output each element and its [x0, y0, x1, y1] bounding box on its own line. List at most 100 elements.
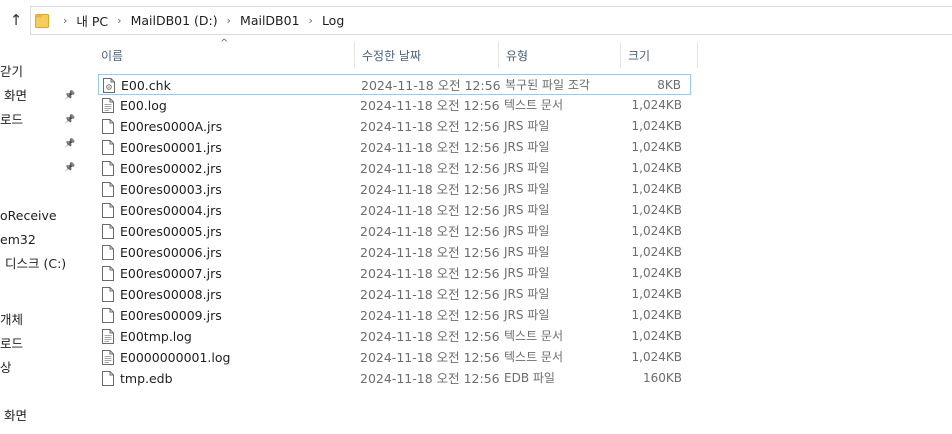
file-size: 1,024KB — [631, 329, 682, 343]
file-size: 1,024KB — [631, 266, 682, 280]
up-arrow-icon[interactable]: ↑ — [6, 9, 26, 31]
file-name: E00res0000A.jrs — [120, 119, 223, 134]
file-date-modified: 2024-11-18 오전 12:56 — [360, 161, 500, 176]
nav-item[interactable]: 디스크 (C:) — [5, 254, 66, 274]
chevron-right-icon[interactable]: › — [63, 14, 67, 27]
file-row[interactable]: E00res00005.jrs 2024-11-18 오전 12:56 JRS 파일… — [98, 221, 691, 242]
file-name: E00res00006.jrs — [120, 245, 222, 260]
column-header-name[interactable]: 이름 — [93, 40, 353, 70]
file-row[interactable]: E00res00002.jrs 2024-11-18 오전 12:56 JRS 파일… — [98, 158, 691, 179]
file-name: E00res00009.jrs — [120, 308, 222, 323]
file-size: 1,024KB — [631, 350, 682, 364]
file-type: 텍스트 문서 — [504, 98, 564, 112]
column-header-row: ^ 이름 수정한 날짜 유형 크기 — [84, 38, 698, 70]
file-type: 텍스트 문서 — [504, 350, 564, 364]
chevron-right-icon[interactable]: › — [117, 14, 121, 27]
file-date-modified: 2024-11-18 오전 12:56 — [360, 266, 500, 281]
file-name: tmp.edb — [120, 371, 173, 386]
file-size: 1,024KB — [631, 161, 682, 175]
file-type: JRS 파일 — [504, 119, 550, 133]
breadcrumb-item[interactable]: MailDB01 — [239, 13, 301, 28]
file-type: JRS 파일 — [504, 182, 550, 196]
nav-item[interactable]: 로드 — [0, 334, 23, 354]
file-row[interactable]: E00res00003.jrs 2024-11-18 오전 12:56 JRS 파일… — [98, 179, 691, 200]
nav-item[interactable]: 화면 — [4, 406, 27, 426]
chevron-right-icon[interactable]: › — [309, 14, 313, 27]
column-header-size[interactable]: 크기 — [620, 40, 698, 70]
nav-item[interactable]: 로드 — [0, 110, 23, 130]
file-date-modified: 2024-11-18 오전 12:56 — [360, 182, 500, 197]
chevron-right-icon[interactable]: › — [227, 14, 231, 27]
file-date-modified: 2024-11-18 오전 12:56 — [360, 140, 500, 155]
file-row[interactable]: E00tmp.log 2024-11-18 오전 12:56 텍스트 문서 1,024… — [98, 326, 691, 347]
file-name: E00res00007.jrs — [120, 266, 222, 281]
file-date-modified: 2024-11-18 오전 12:56 — [360, 119, 500, 134]
pin-icon[interactable]: 📌 — [64, 89, 76, 103]
file-size: 1,024KB — [631, 224, 682, 238]
nav-item[interactable]: 개체 — [0, 310, 23, 330]
nav-item[interactable]: 화면 — [4, 86, 27, 106]
breadcrumb-item[interactable]: Log — [321, 13, 345, 28]
file-date-modified: 2024-11-18 오전 12:56 — [360, 350, 500, 365]
file-name: E00res00005.jrs — [120, 224, 222, 239]
file-size: 8KB — [657, 78, 681, 92]
file-icon — [102, 287, 114, 302]
file-size: 1,024KB — [631, 308, 682, 322]
file-type: 복구된 파일 조각 — [505, 78, 590, 92]
file-type: JRS 파일 — [504, 308, 550, 322]
file-icon — [102, 371, 114, 386]
text-file-icon — [102, 329, 114, 344]
file-size: 160KB — [642, 371, 682, 385]
file-type: 텍스트 문서 — [504, 329, 564, 343]
nav-item[interactable]: oReceive — [0, 206, 57, 226]
file-type: JRS 파일 — [504, 203, 550, 217]
file-row[interactable]: E00res00008.jrs 2024-11-18 오전 12:56 JRS 파일… — [98, 284, 691, 305]
file-row[interactable]: E00res00001.jrs 2024-11-18 오전 12:56 JRS 파일… — [98, 137, 691, 158]
file-date-modified: 2024-11-18 오전 12:56 — [360, 308, 500, 323]
breadcrumb: › 내 PC › MailDB01 (D:) › MailDB01 › Log — [55, 7, 345, 34]
file-icon — [102, 203, 114, 218]
file-type: JRS 파일 — [504, 161, 550, 175]
file-row[interactable]: E00.chk 2024-11-18 오전 12:56 복구된 파일 조각 8KB — [98, 74, 691, 95]
file-icon — [102, 224, 114, 239]
pin-icon[interactable]: 📌 — [64, 161, 76, 175]
file-name: E00res00003.jrs — [120, 182, 222, 197]
address-bar[interactable]: › 내 PC › MailDB01 (D:) › MailDB01 › Log — [30, 6, 952, 35]
pin-icon[interactable]: 📌 — [64, 137, 76, 151]
file-name: E0000000001.log — [120, 350, 231, 365]
file-row[interactable]: E0000000001.log 2024-11-18 오전 12:56 텍스트 문서… — [98, 347, 691, 368]
column-header-date[interactable]: 수정한 날짜 — [354, 40, 498, 70]
file-type: EDB 파일 — [504, 371, 555, 385]
file-type: JRS 파일 — [504, 245, 550, 259]
nav-item[interactable]: 상 — [0, 358, 12, 378]
file-size: 1,024KB — [631, 98, 682, 112]
file-icon — [102, 119, 114, 134]
file-row[interactable]: E00.log 2024-11-18 오전 12:56 텍스트 문서 1,024KB — [98, 95, 691, 116]
file-row[interactable]: E00res00006.jrs 2024-11-18 오전 12:56 JRS 파일… — [98, 242, 691, 263]
file-name: E00res00001.jrs — [120, 140, 222, 155]
nav-item[interactable]: em32 — [0, 230, 36, 250]
file-list: ^ 이름 수정한 날짜 유형 크기 E00.chk 2024-11-18 오전 1… — [84, 38, 952, 434]
file-size: 1,024KB — [631, 245, 682, 259]
file-row[interactable]: E00res00004.jrs 2024-11-18 오전 12:56 JRS 파일… — [98, 200, 691, 221]
pin-icon[interactable]: 📌 — [64, 113, 76, 127]
nav-item[interactable]: 갇기 — [0, 62, 23, 82]
file-row[interactable]: tmp.edb 2024-11-18 오전 12:56 EDB 파일 160KB — [98, 368, 691, 389]
file-date-modified: 2024-11-18 오전 12:56 — [360, 329, 500, 344]
breadcrumb-item[interactable]: MailDB01 (D:) — [130, 13, 219, 28]
file-name: E00.chk — [121, 78, 171, 93]
file-type: JRS 파일 — [504, 266, 550, 280]
column-divider[interactable] — [697, 42, 698, 68]
file-date-modified: 2024-11-18 오전 12:56 — [360, 203, 500, 218]
column-header-type[interactable]: 유형 — [498, 40, 620, 70]
file-row[interactable]: E00res0000A.jrs 2024-11-18 오전 12:56 JRS 파일… — [98, 116, 691, 137]
breadcrumb-item[interactable]: 내 PC — [75, 11, 109, 30]
chk-file-icon — [103, 78, 115, 93]
file-size: 1,024KB — [631, 287, 682, 301]
file-row[interactable]: E00res00007.jrs 2024-11-18 오전 12:56 JRS 파일… — [98, 263, 691, 284]
file-name: E00res00004.jrs — [120, 203, 222, 218]
file-type: JRS 파일 — [504, 287, 550, 301]
file-date-modified: 2024-11-18 오전 12:56 — [360, 371, 500, 386]
file-icon — [102, 140, 114, 155]
file-row[interactable]: E00res00009.jrs 2024-11-18 오전 12:56 JRS 파일… — [98, 305, 691, 326]
